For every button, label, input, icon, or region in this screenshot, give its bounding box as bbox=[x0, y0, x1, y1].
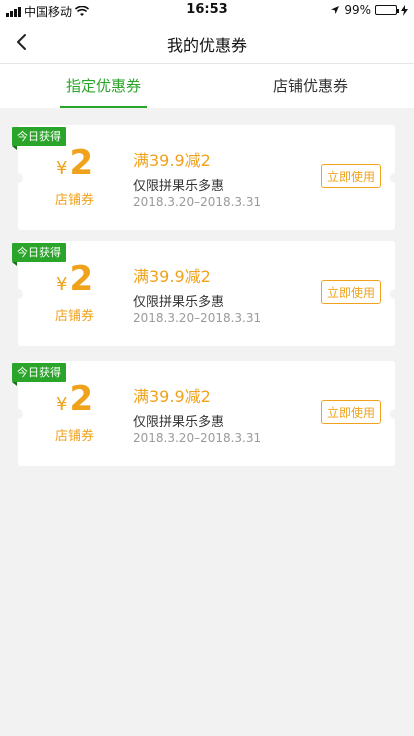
status-right: 99% bbox=[330, 3, 408, 17]
currency-symbol: ¥ bbox=[56, 158, 68, 179]
coupon-notch bbox=[13, 173, 23, 183]
status-bar: 中国移动 16:53 99% bbox=[0, 0, 414, 20]
coupon-type: 店铺券 bbox=[55, 429, 95, 444]
tab-designated-coupons[interactable]: 指定优惠券 bbox=[0, 64, 207, 108]
coupon-amount: ¥ 2 bbox=[56, 261, 93, 297]
coupon-description: 仅限拼果乐多惠 bbox=[133, 415, 225, 430]
location-arrow-icon bbox=[331, 6, 340, 14]
coupon-title: 满39.9减2 bbox=[133, 151, 211, 170]
coupon-date-range: 2018.3.20–2018.3.31 bbox=[133, 431, 262, 445]
use-now-button[interactable]: 立即使用 bbox=[321, 164, 381, 188]
page-title: 我的优惠券 bbox=[166, 36, 247, 55]
coupon-notch bbox=[13, 409, 23, 419]
coupon-notch bbox=[390, 409, 400, 419]
tab-store-coupons[interactable]: 店铺优惠券 bbox=[207, 64, 414, 108]
coupon-tabs: 指定优惠券 店铺优惠券 bbox=[0, 64, 414, 108]
use-now-button[interactable]: 立即使用 bbox=[321, 400, 381, 424]
coupon-notch bbox=[13, 289, 23, 299]
coupon-description: 仅限拼果乐多惠 bbox=[133, 295, 225, 310]
coupon-title: 满39.9减2 bbox=[133, 267, 211, 286]
today-badge: 今日获得 bbox=[12, 127, 66, 150]
use-now-button[interactable]: 立即使用 bbox=[321, 280, 381, 304]
coupon-card: 今日获得 ¥ 2 店铺券 满39.9减2 仅限拼果乐多惠 2018.3.20–2… bbox=[12, 361, 400, 466]
currency-symbol: ¥ bbox=[56, 274, 68, 295]
coupon-card: 今日获得 ¥ 2 店铺券 满39.9减2 仅限拼果乐多惠 2018.3.20–2… bbox=[12, 241, 400, 346]
coupon-notch bbox=[390, 289, 400, 299]
coupon-title: 满39.9减2 bbox=[133, 387, 211, 406]
coupon-value: 2 bbox=[69, 259, 94, 299]
coupon-amount: ¥ 2 bbox=[56, 145, 93, 181]
today-badge: 今日获得 bbox=[12, 243, 66, 266]
coupon-amount: ¥ 2 bbox=[56, 381, 93, 417]
charging-icon bbox=[401, 4, 408, 16]
today-badge: 今日获得 bbox=[12, 363, 66, 386]
battery-icon bbox=[375, 5, 399, 15]
battery-percent: 99% bbox=[344, 3, 371, 17]
coupon-value: 2 bbox=[69, 379, 94, 419]
coupon-card: 今日获得 ¥ 2 店铺券 满39.9减2 仅限拼果乐多惠 2018.3.20–2… bbox=[12, 125, 400, 230]
coupon-type: 店铺券 bbox=[55, 309, 95, 324]
coupon-date-range: 2018.3.20–2018.3.31 bbox=[133, 311, 262, 325]
coupon-notch bbox=[390, 173, 400, 183]
nav-bar: 我的优惠券 bbox=[0, 20, 414, 64]
coupon-date-range: 2018.3.20–2018.3.31 bbox=[133, 195, 262, 209]
coupon-description: 仅限拼果乐多惠 bbox=[133, 179, 225, 194]
coupon-type: 店铺券 bbox=[55, 193, 95, 208]
coupon-value: 2 bbox=[69, 143, 94, 183]
currency-symbol: ¥ bbox=[56, 394, 68, 415]
